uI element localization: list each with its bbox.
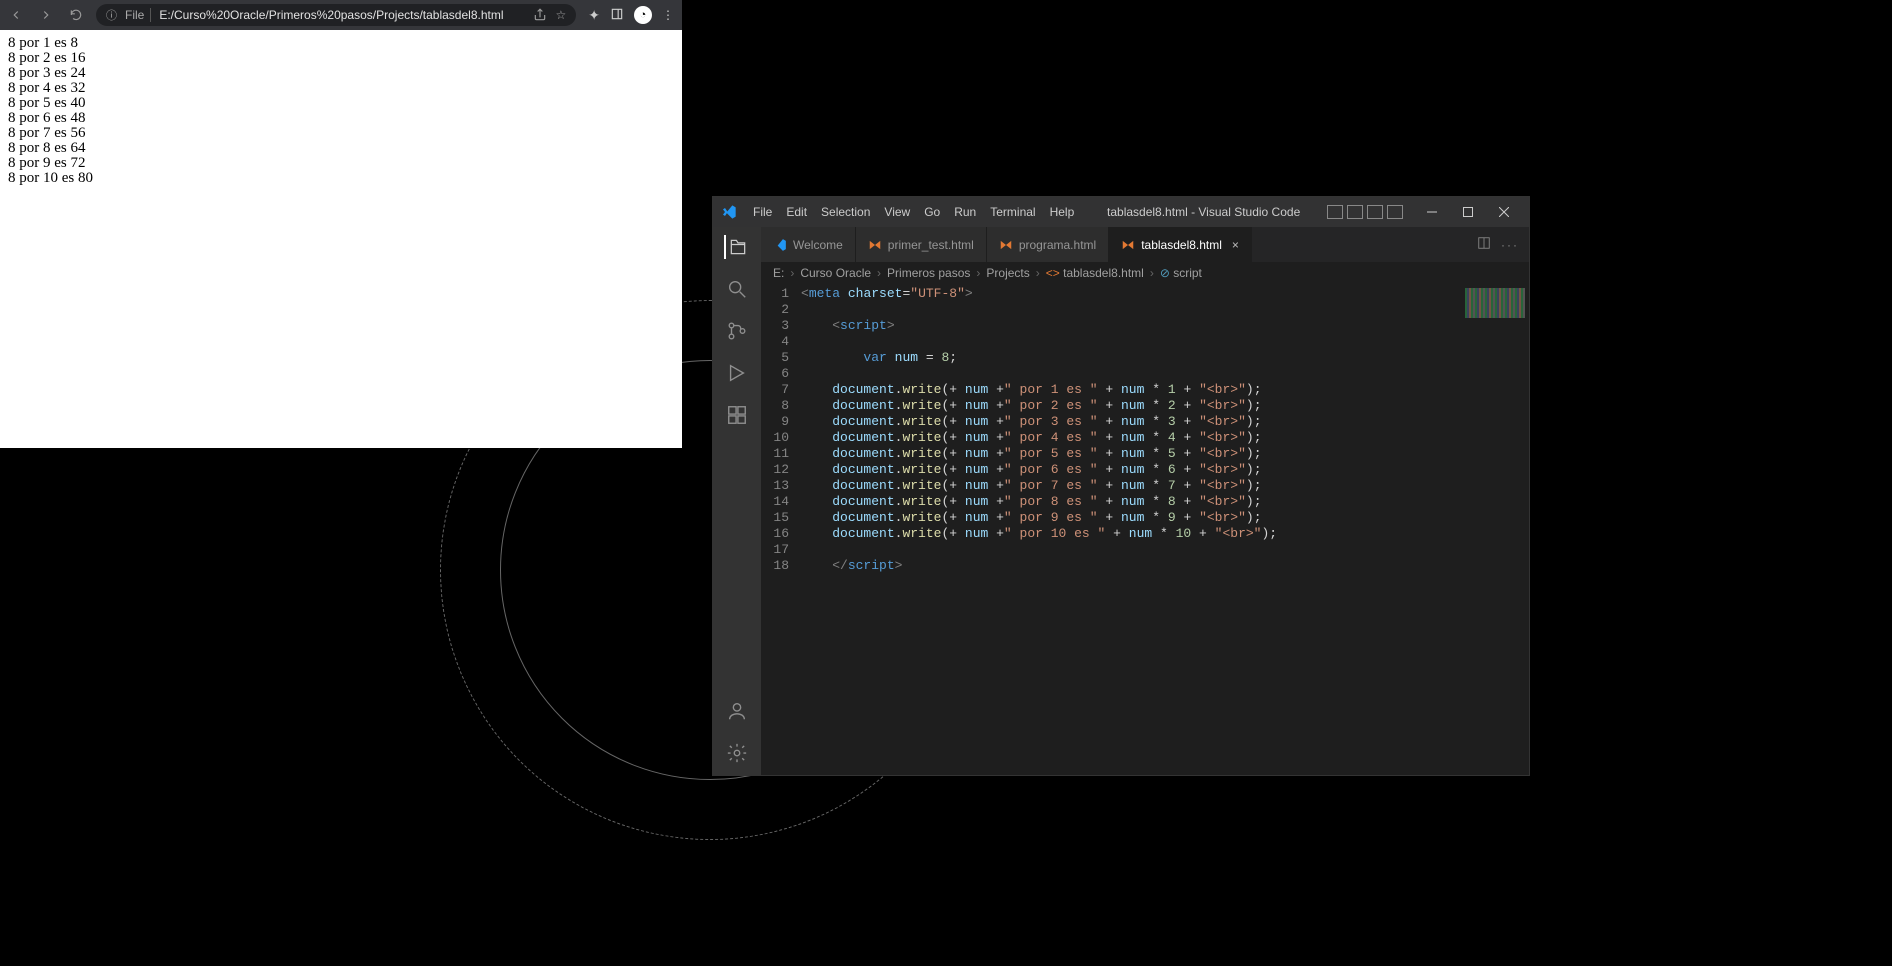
menu-icon[interactable]: ⋮ xyxy=(662,8,674,22)
menu-item-file[interactable]: File xyxy=(747,201,778,223)
output-line: 8 por 1 es 8 xyxy=(8,36,674,51)
tab-label: tablasdel8.html xyxy=(1141,238,1222,252)
menu-item-help[interactable]: Help xyxy=(1044,201,1081,223)
tab-label: programa.html xyxy=(1019,238,1096,252)
editor-area: Welcome primer_test.html programa.html tabl… xyxy=(761,227,1529,775)
tab-primer_test-html[interactable]: primer_test.html xyxy=(856,227,987,262)
output-line: 8 por 7 es 56 xyxy=(8,126,674,141)
breadcrumb-segment[interactable]: Curso Oracle xyxy=(800,266,871,280)
browser-content: 8 por 1 es 88 por 2 es 168 por 3 es 248 … xyxy=(0,30,682,448)
vscode-window: FileEditSelectionViewGoRunTerminalHelp t… xyxy=(712,196,1530,776)
tab-label: primer_test.html xyxy=(888,238,974,252)
maximize-button[interactable] xyxy=(1451,201,1485,223)
browser-window: ⓘ File E:/Curso%20Oracle/Primeros%20paso… xyxy=(0,0,682,448)
tab-tablasdel8-html[interactable]: tablasdel8.html × xyxy=(1109,227,1252,262)
minimize-button[interactable] xyxy=(1415,201,1449,223)
url-bar[interactable]: ⓘ File E:/Curso%20Oracle/Primeros%20paso… xyxy=(96,4,576,26)
output-line: 8 por 3 es 24 xyxy=(8,66,674,81)
breadcrumb-segment[interactable]: E: xyxy=(773,266,784,280)
menu-item-view[interactable]: View xyxy=(878,201,916,223)
breadcrumb-segment[interactable]: Projects xyxy=(986,266,1029,280)
extensions-icon[interactable]: ✦ xyxy=(588,7,600,24)
menu-item-selection[interactable]: Selection xyxy=(815,201,876,223)
line-numbers: 123456789101112131415161718 xyxy=(761,284,801,775)
explorer-icon[interactable] xyxy=(724,235,748,259)
menu-item-edit[interactable]: Edit xyxy=(780,201,813,223)
bookmark-icon[interactable]: ☆ xyxy=(556,8,567,22)
output-line: 8 por 2 es 16 xyxy=(8,51,674,66)
code-content[interactable]: <meta charset="UTF-8"> <script> var num … xyxy=(801,284,1529,775)
search-icon[interactable] xyxy=(725,277,749,301)
close-button[interactable] xyxy=(1487,201,1521,223)
output-line: 8 por 10 es 80 xyxy=(8,171,674,186)
menu-item-run[interactable]: Run xyxy=(948,201,982,223)
breadcrumb-segment[interactable]: ⊘ script xyxy=(1160,266,1202,280)
vscode-logo-icon xyxy=(721,204,737,220)
site-info-icon[interactable]: ⓘ xyxy=(106,7,117,23)
output-line: 8 por 9 es 72 xyxy=(8,156,674,171)
file-badge: File xyxy=(125,8,151,22)
vscode-titlebar: FileEditSelectionViewGoRunTerminalHelp t… xyxy=(713,197,1529,227)
account-icon[interactable] xyxy=(725,699,749,723)
window-title: tablasdel8.html - Visual Studio Code xyxy=(1084,205,1323,219)
url-text: E:/Curso%20Oracle/Primeros%20pasos/Proje… xyxy=(159,8,523,22)
layout-controls[interactable] xyxy=(1327,205,1403,219)
panel-icon[interactable] xyxy=(610,7,624,24)
split-editor-icon[interactable] xyxy=(1477,236,1491,253)
output-line: 8 por 6 es 48 xyxy=(8,111,674,126)
output-line: 8 por 4 es 32 xyxy=(8,81,674,96)
editor-tabs: Welcome primer_test.html programa.html tabl… xyxy=(761,227,1529,262)
activity-bar xyxy=(713,227,761,775)
close-icon[interactable]: × xyxy=(1232,238,1239,252)
source-control-icon[interactable] xyxy=(725,319,749,343)
run-debug-icon[interactable] xyxy=(725,361,749,385)
menu-bar: FileEditSelectionViewGoRunTerminalHelp xyxy=(747,201,1080,223)
extensions-icon[interactable] xyxy=(725,403,749,427)
tab-label: Welcome xyxy=(793,238,843,252)
minimap[interactable] xyxy=(1465,288,1525,318)
tab-programa-html[interactable]: programa.html xyxy=(987,227,1109,262)
tab-welcome[interactable]: Welcome xyxy=(761,227,856,262)
output-line: 8 por 5 es 40 xyxy=(8,96,674,111)
breadcrumb-segment[interactable]: <> tablasdel8.html xyxy=(1046,266,1144,280)
output-line: 8 por 8 es 64 xyxy=(8,141,674,156)
back-button[interactable] xyxy=(8,7,24,23)
browser-toolbar: ⓘ File E:/Curso%20Oracle/Primeros%20paso… xyxy=(0,0,682,30)
share-icon[interactable] xyxy=(532,7,548,23)
profile-avatar[interactable]: ◔ xyxy=(634,6,652,24)
menu-item-go[interactable]: Go xyxy=(918,201,946,223)
forward-button[interactable] xyxy=(38,7,54,23)
breadcrumbs[interactable]: E:›Curso Oracle›Primeros pasos›Projects›… xyxy=(761,262,1529,284)
menu-item-terminal[interactable]: Terminal xyxy=(984,201,1041,223)
code-editor[interactable]: 123456789101112131415161718 <meta charse… xyxy=(761,284,1529,775)
settings-icon[interactable] xyxy=(725,741,749,765)
more-actions-icon[interactable]: ··· xyxy=(1501,238,1519,252)
reload-button[interactable] xyxy=(68,7,84,23)
breadcrumb-segment[interactable]: Primeros pasos xyxy=(887,266,970,280)
